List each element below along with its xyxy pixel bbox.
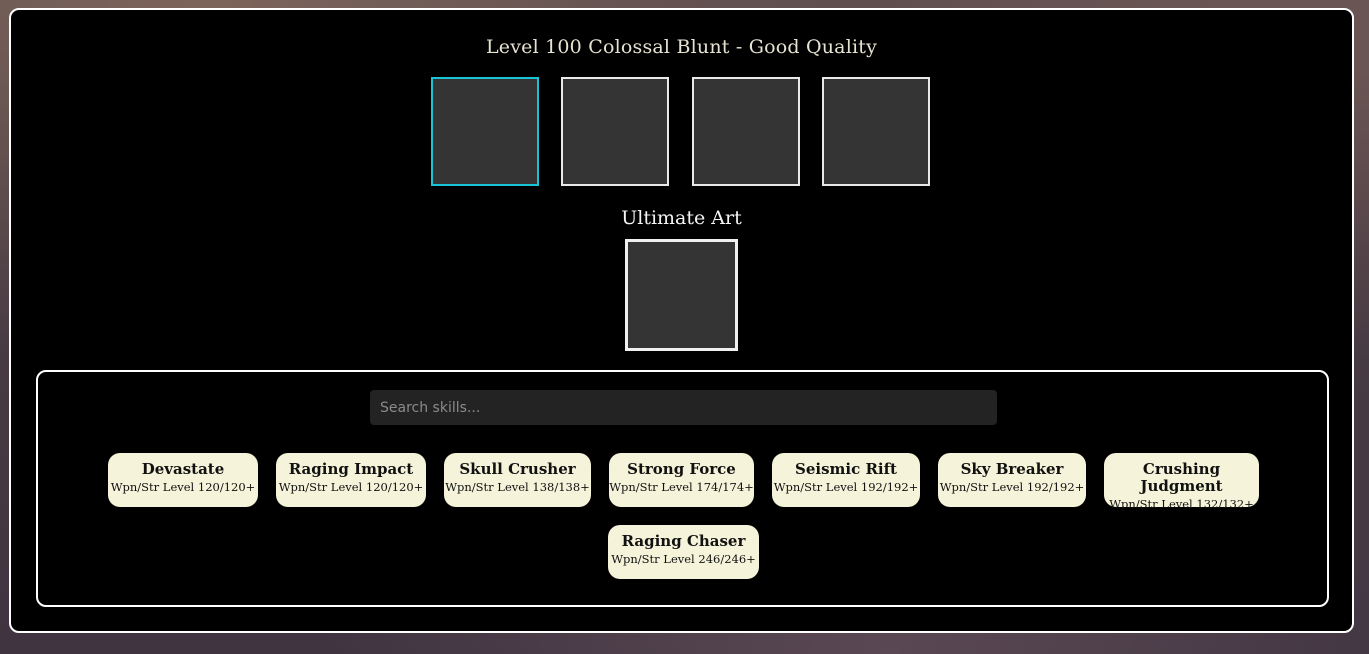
skill-requirement: Wpn/Str Level 192/192+ <box>939 480 1085 494</box>
skill-name: Strong Force <box>627 460 736 478</box>
art-slot-4[interactable] <box>822 77 930 186</box>
skill-requirement: Wpn/Str Level 174/174+ <box>609 480 754 494</box>
skill-card-devastate[interactable]: Devastate Wpn/Str Level 120/120+ <box>108 453 258 507</box>
skill-name: Seismic Rift <box>795 460 897 478</box>
skill-card-raging-chaser[interactable]: Raging Chaser Wpn/Str Level 246/246+ <box>608 525 759 579</box>
skill-search-input[interactable] <box>370 390 997 425</box>
skill-name: Raging Chaser <box>621 532 746 550</box>
skill-name: Devastate <box>141 460 225 478</box>
skill-requirement: Wpn/Str Level 120/120+ <box>278 480 424 494</box>
skill-card-crushing-judgment[interactable]: Crushing Judgment Wpn/Str Level 132/132+ <box>1104 453 1259 511</box>
skill-requirement: Wpn/Str Level 132/132+ <box>1109 497 1254 511</box>
skill-card-strong-force[interactable]: Strong Force Wpn/Str Level 174/174+ <box>609 453 754 507</box>
skill-card-sky-breaker[interactable]: Sky Breaker Wpn/Str Level 192/192+ <box>938 453 1086 507</box>
skill-name: Sky Breaker <box>960 460 1064 478</box>
skill-card-raging-impact[interactable]: Raging Impact Wpn/Str Level 120/120+ <box>276 453 426 507</box>
skill-selection-panel: Level 100 Colossal Blunt - Good Quality … <box>9 8 1354 633</box>
skill-name: Raging Impact <box>288 460 414 478</box>
skill-card-seismic-rift[interactable]: Seismic Rift Wpn/Str Level 192/192+ <box>772 453 920 507</box>
ultimate-art-label: Ultimate Art <box>621 207 742 229</box>
art-slot-2[interactable] <box>561 77 669 186</box>
skill-requirement: Wpn/Str Level 192/192+ <box>773 480 919 494</box>
skill-card-skull-crusher[interactable]: Skull Crusher Wpn/Str Level 138/138+ <box>444 453 591 507</box>
skill-name: Crushing Judgment <box>1140 460 1223 495</box>
art-slot-3[interactable] <box>692 77 800 186</box>
skill-requirement: Wpn/Str Level 120/120+ <box>110 480 256 494</box>
art-slots-row <box>431 77 936 191</box>
art-slot-1[interactable] <box>431 77 539 186</box>
weapon-title: Level 100 Colossal Blunt - Good Quality <box>485 36 878 58</box>
skills-list-box: Devastate Wpn/Str Level 120/120+ Raging … <box>36 370 1329 607</box>
skill-requirement: Wpn/Str Level 246/246+ <box>611 552 756 566</box>
skill-requirement: Wpn/Str Level 138/138+ <box>445 480 590 494</box>
skill-name: Skull Crusher <box>459 460 576 478</box>
ultimate-art-slot[interactable] <box>625 239 738 351</box>
